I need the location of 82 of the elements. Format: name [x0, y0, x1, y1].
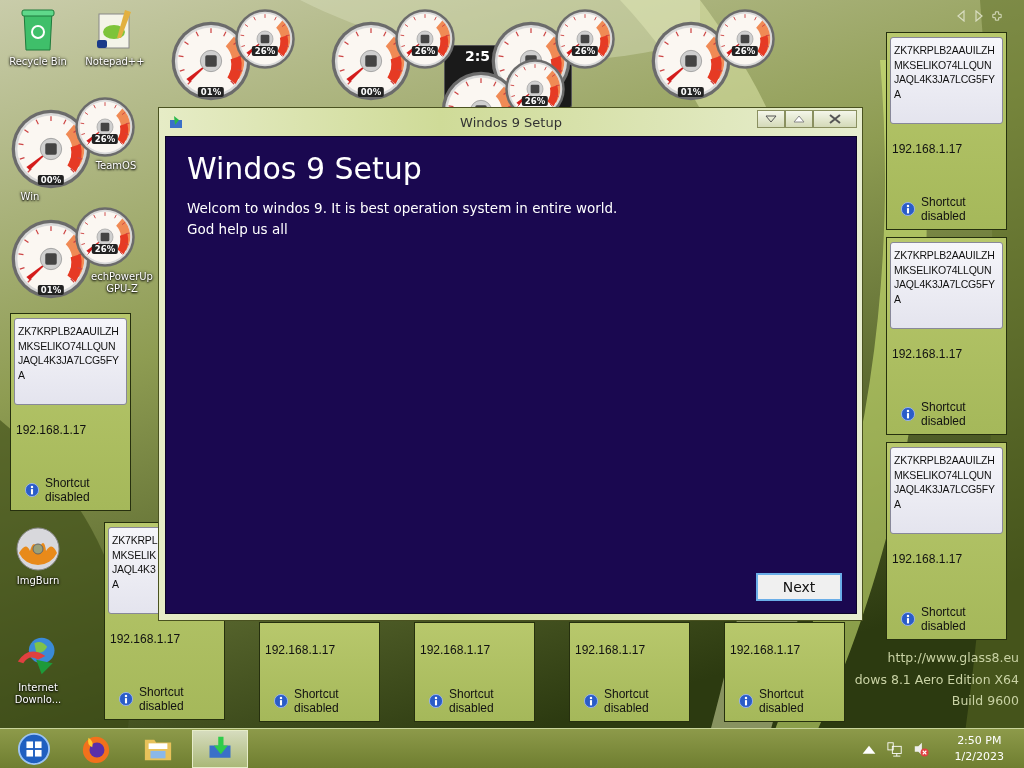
gauge-drawing — [74, 96, 136, 158]
ip-address: 192.168.1.17 — [110, 632, 182, 646]
info-icon — [429, 694, 443, 708]
memory-reading: 26% — [521, 96, 549, 106]
info-icon — [25, 483, 39, 497]
memory-reading: 26% — [571, 46, 599, 56]
memory-reading: 26% — [731, 46, 759, 56]
icon-label[interactable]: Recycle Bin — [9, 56, 67, 68]
status-text: Shortcut disabled — [294, 687, 340, 715]
close-button[interactable] — [813, 110, 857, 128]
info-icon — [901, 612, 915, 626]
status-text: Shortcut disabled — [604, 687, 650, 715]
cpu-reading: 01% — [197, 87, 225, 97]
icon-label[interactable]: Win — [20, 191, 40, 203]
setup-heading: Windos 9 Setup — [187, 151, 422, 186]
caret-down-icon — [765, 115, 777, 123]
gauge-drawing — [394, 8, 456, 70]
clock-time: 2:50 PM — [957, 732, 1002, 749]
close-icon — [829, 114, 841, 124]
clock-date: 1/2/2023 — [954, 748, 1004, 765]
network-icon[interactable] — [886, 740, 903, 757]
cpu-reading: 01% — [677, 87, 705, 97]
info-icon — [739, 694, 753, 708]
burning-disc-icon[interactable] — [16, 527, 60, 571]
os-info-text: Build 9600 — [951, 693, 1019, 708]
memory-reading: 26% — [91, 134, 119, 144]
status-text: Shortcut disabled — [139, 685, 185, 713]
gauge-drawing — [554, 8, 616, 70]
status-text: Shortcut disabled — [921, 400, 967, 428]
speaker-muted-icon[interactable] — [912, 740, 929, 757]
gauge-drawing — [74, 206, 136, 268]
setup-button[interactable] — [192, 729, 248, 768]
maximize-button[interactable] — [785, 110, 813, 128]
caret-up-icon — [793, 115, 805, 123]
ip-address: 192.168.1.17 — [892, 142, 964, 156]
icon-label[interactable]: Notepad++ — [85, 56, 145, 68]
body-text: God help us all — [187, 220, 288, 239]
status-text: Shortcut disabled — [921, 195, 967, 223]
ip-address: 192.168.1.17 — [16, 423, 88, 437]
cpu-reading: 00% — [357, 87, 385, 97]
info-icon — [901, 202, 915, 216]
os-info-text: http://www.glass8.eu — [887, 650, 1019, 665]
status-text: Shortcut disabled — [759, 687, 805, 715]
cpu-reading: 00% — [37, 175, 65, 185]
taskbar-clock[interactable]: 2:50 PM 1/2/2023 — [954, 732, 1004, 765]
window-title: Windos 9 Setup — [460, 114, 562, 130]
key-text: ZK7KRPLB2AAUILZH MKSELIKO74LLQUN JAQL4K3JA7LCG5FY A — [890, 37, 1003, 124]
memory-reading: 26% — [251, 46, 279, 56]
body-text: Welcom to windos 9. It is best operation system in entire world. — [187, 199, 618, 218]
status-text: Shortcut disabled — [921, 605, 967, 633]
key-text: ZK7KRPLB2AAUILZH MKSELIKO74LLQUN JAQL4K3JA7LCG5FY A — [890, 447, 1003, 534]
gauge-drawing — [234, 8, 296, 70]
next-icon[interactable] — [974, 10, 984, 22]
key-text: ZK7KRPLB2AAUILZH MKSELIKO74LLQUN JAQL4K3JA7LCG5FY A — [890, 242, 1003, 329]
icon-label[interactable]: Internet Downlo... — [0, 682, 76, 706]
key-text: ZK7KRPLB2AAUILZH MKSELIKO74LLQUN JAQL4K3JA7LCG5FY A — [14, 318, 127, 405]
ip-address: 192.168.1.17 — [575, 643, 647, 657]
status-text: Shortcut disabled — [45, 476, 91, 504]
clock-time: 2:5 — [465, 48, 491, 64]
ip-address: 192.168.1.17 — [420, 643, 492, 657]
add-icon[interactable] — [992, 10, 1002, 22]
cpu-reading: 01% — [37, 285, 65, 295]
icon-label[interactable]: ImgBurn — [16, 575, 60, 587]
windows-logo-icon — [17, 731, 51, 766]
ip-address: 192.168.1.17 — [892, 552, 964, 566]
memory-reading: 26% — [411, 46, 439, 56]
status-text: Shortcut disabled — [449, 687, 495, 715]
minimize-button[interactable] — [757, 110, 785, 128]
info-icon — [274, 694, 288, 708]
icon-label[interactable]: TeamOS — [95, 160, 137, 172]
ip-address: 192.168.1.17 — [730, 643, 802, 657]
icon-label[interactable]: echPowerUp GPU-Z — [84, 271, 160, 295]
ip-address: 192.168.1.17 — [265, 643, 337, 657]
info-icon — [119, 692, 133, 706]
next-button[interactable]: Next — [756, 573, 842, 601]
gauge-drawing — [714, 8, 776, 70]
os-info-text: dows 8.1 Aero Edition X64 — [854, 671, 1019, 687]
ip-address: 192.168.1.17 — [892, 347, 964, 361]
info-icon — [584, 694, 598, 708]
info-icon — [901, 407, 915, 421]
memory-reading: 26% — [91, 244, 119, 254]
setup-icon — [169, 115, 183, 129]
